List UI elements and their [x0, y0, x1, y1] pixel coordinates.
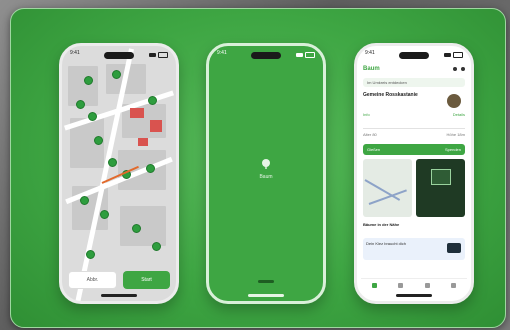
- map-actions: Abbr. Start: [68, 271, 170, 289]
- tree-marker[interactable]: [108, 158, 117, 167]
- tab-map-icon[interactable]: [398, 282, 404, 288]
- cancel-button[interactable]: Abbr.: [68, 271, 117, 289]
- app-title: Baum: [363, 66, 380, 72]
- tree-marker[interactable]: [86, 250, 95, 259]
- app-header: Baum: [363, 64, 465, 74]
- phone-notch: [104, 52, 134, 59]
- tree-info-link[interactable]: Info: [363, 112, 370, 117]
- status-time: 9:41: [365, 50, 375, 56]
- tree-marker[interactable]: [112, 70, 121, 79]
- signal-icon: [296, 53, 303, 57]
- stat-age: Alter 80: [363, 132, 377, 137]
- highlighted-building: [130, 108, 144, 118]
- tree-marker[interactable]: [132, 224, 141, 233]
- tree-marker[interactable]: [100, 210, 109, 219]
- battery-icon: [158, 52, 168, 58]
- divider: [363, 128, 465, 129]
- donate-button[interactable]: Spenden: [445, 147, 461, 152]
- signal-icon: [444, 53, 451, 57]
- tree-marker[interactable]: [84, 76, 93, 85]
- tree-map[interactable]: [62, 46, 176, 301]
- status-time: 9:41: [70, 50, 80, 56]
- tree-details-link[interactable]: Details: [453, 112, 465, 117]
- splash-app-name: Baum: [259, 174, 273, 180]
- phone-splash-screen: 9:41 Baum: [206, 43, 326, 304]
- showcase-card: 9:41 Abbr. Start 9:41 Baum 9:41 Baum Im …: [10, 8, 506, 328]
- home-indicator: [396, 294, 432, 297]
- search-input[interactable]: Im Umkreis entdecken: [363, 78, 465, 87]
- phone-map-screen: 9:41 Abbr. Start: [59, 43, 179, 304]
- highlighted-building: [138, 138, 148, 146]
- tab-list-icon[interactable]: [424, 282, 430, 288]
- tree-marker[interactable]: [80, 196, 89, 205]
- battery-icon: [305, 52, 315, 58]
- status-time: 9:41: [217, 50, 227, 56]
- tab-profile-icon[interactable]: [451, 282, 457, 288]
- tree-marker[interactable]: [148, 96, 157, 105]
- action-bar[interactable]: Gießen Spenden: [363, 144, 465, 155]
- tree-marker[interactable]: [152, 242, 161, 251]
- tree-marker[interactable]: [94, 136, 103, 145]
- map-block: [120, 206, 166, 246]
- splash-footer-mark: [258, 280, 274, 283]
- phone-notch: [399, 52, 429, 59]
- tree-marker[interactable]: [146, 164, 155, 173]
- mini-map-tile[interactable]: [363, 159, 412, 217]
- tab-home-icon[interactable]: [371, 282, 377, 288]
- tree-info-card[interactable]: Gemeine Rosskastanie Info Details: [363, 92, 465, 122]
- home-indicator: [248, 294, 284, 297]
- tree-thumbnail: [447, 94, 461, 108]
- battery-icon: [453, 52, 463, 58]
- info-text: Dein Kiez braucht dich: [366, 241, 407, 246]
- featured-tile[interactable]: [416, 159, 465, 217]
- stat-height: Höhe 18m: [446, 132, 465, 137]
- phone-notch: [251, 52, 281, 59]
- phone-dashboard-screen: 9:41 Baum Im Umkreis entdecken Gemeine R…: [354, 43, 474, 304]
- tree-box-icon: [430, 169, 451, 185]
- tree-stats: Alter 80 Höhe 18m: [363, 132, 465, 140]
- tree-marker[interactable]: [76, 100, 85, 109]
- tree-logo-icon: [262, 159, 270, 169]
- tree-marker[interactable]: [88, 112, 97, 121]
- tab-bar: [361, 278, 467, 291]
- signal-icon: [149, 53, 156, 57]
- notification-icon[interactable]: [453, 67, 457, 71]
- menu-icon[interactable]: [461, 67, 465, 71]
- start-button[interactable]: Start: [123, 271, 170, 289]
- tile-caption: Bäume in der Nähe: [363, 222, 400, 227]
- water-button[interactable]: Gießen: [367, 147, 380, 152]
- info-card[interactable]: Dein Kiez braucht dich: [363, 238, 465, 260]
- tile-grid: [363, 159, 465, 217]
- info-card-image: [447, 243, 461, 253]
- highlighted-building: [150, 120, 162, 132]
- home-indicator: [101, 294, 137, 297]
